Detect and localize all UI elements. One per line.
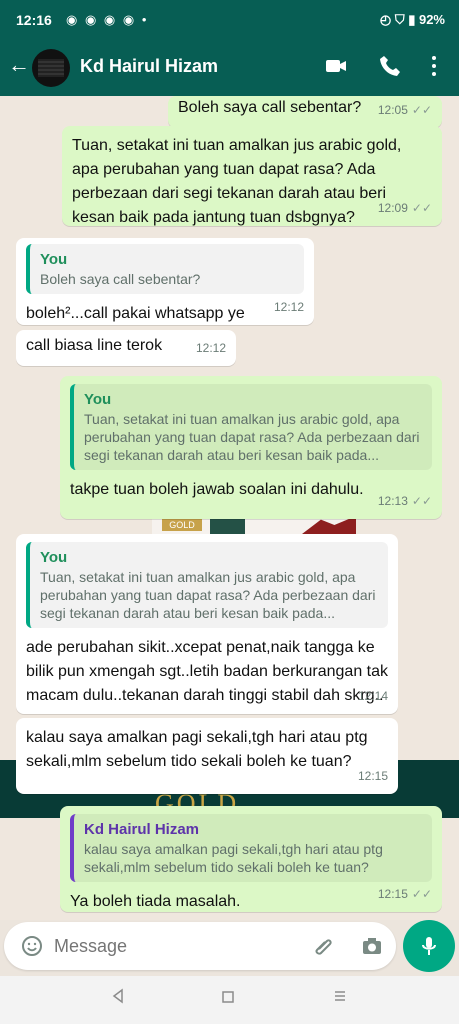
message-text: takpe tuan boleh jawab soalan ini dahulu…: [70, 481, 364, 498]
mic-icon: [422, 937, 436, 955]
message-time: 12:15: [357, 769, 388, 783]
message-time: 12:15: [377, 887, 408, 901]
message-bubble-outgoing[interactable]: Tuan, setakat ini tuan amalkan jus arabi…: [62, 126, 442, 226]
message-meta: 12:13 ✓✓: [378, 489, 432, 513]
contact-name[interactable]: Kd Hairul Hizam: [80, 56, 218, 77]
background-label: GOLD: [162, 519, 202, 531]
emoji-icon[interactable]: [20, 934, 44, 958]
message-bubble-outgoing[interactable]: Boleh saya call sebentar? 12:05 ✓✓: [168, 96, 442, 128]
message-bubble-incoming[interactable]: You Tuan, setakat ini tuan amalkan jus a…: [16, 534, 398, 714]
video-call-icon[interactable]: [324, 54, 348, 78]
message-time: 12:09: [377, 201, 408, 215]
read-ticks-icon: ✓✓: [411, 494, 432, 508]
reply-text: Boleh saya call sebentar?: [40, 271, 201, 287]
reply-preview[interactable]: You Tuan, setakat ini tuan amalkan jus a…: [26, 542, 388, 628]
read-ticks-icon: ✓✓: [411, 103, 432, 117]
message-meta: 12:15 ✓✓: [378, 882, 432, 906]
message-time: 12:12: [273, 300, 304, 314]
nav-back-icon[interactable]: [110, 988, 126, 1004]
reply-title: You: [40, 549, 68, 566]
message-time: 12:13: [377, 494, 408, 508]
message-text: call biasa line terok: [26, 337, 163, 354]
message-bubble-incoming[interactable]: You Boleh saya call sebentar? boleh²...c…: [16, 238, 314, 325]
message-bubble-incoming[interactable]: kalau saya amalkan pagi sekali,tgh hari …: [16, 718, 398, 794]
reply-title: You: [84, 391, 112, 408]
mic-button[interactable]: [403, 920, 455, 972]
message-bubble-incoming[interactable]: call biasa line terok 12:12: [16, 330, 236, 366]
reply-text: kalau saya amalkan pagi sekali,tgh hari …: [84, 841, 383, 875]
message-meta: 12:12: [274, 295, 304, 319]
back-arrow-icon[interactable]: ←: [8, 52, 30, 78]
message-bubble-outgoing[interactable]: Kd Hairul Hizam kalau saya amalkan pagi …: [60, 806, 442, 912]
message-meta: 12:12: [196, 336, 226, 360]
message-text: boleh²...call pakai whatsapp ye: [26, 305, 245, 322]
message-text: Ya boleh tiada masalah.: [70, 893, 241, 910]
more-vert-icon[interactable]: [424, 54, 444, 78]
reply-text: Tuan, setakat ini tuan amalkan jus arabi…: [40, 569, 376, 621]
background-photo-dark: [210, 518, 245, 534]
attach-icon[interactable]: [311, 934, 335, 958]
reply-preview[interactable]: Kd Hairul Hizam kalau saya amalkan pagi …: [70, 814, 432, 882]
phone-icon[interactable]: [378, 54, 402, 78]
message-text: Boleh saya call sebentar?: [178, 99, 362, 116]
reply-title: You: [40, 251, 68, 268]
nav-menu-icon[interactable]: [332, 988, 348, 1004]
reply-title: Kd Hairul Hizam: [84, 821, 200, 838]
message-meta: 12:14: [358, 684, 388, 708]
reply-preview[interactable]: You Boleh saya call sebentar?: [26, 244, 304, 294]
read-ticks-icon: ✓✓: [411, 887, 432, 901]
system-nav-bar: [0, 976, 459, 1024]
avatar[interactable]: [32, 49, 70, 87]
status-bar: 12:16 ◉ ◉ ◉ ◉ • ◴ ⛉ ▮ 92%: [0, 0, 459, 40]
status-right: ◴ ⛉ ▮ 92%: [379, 12, 445, 27]
nav-home-icon[interactable]: [220, 989, 236, 1005]
status-time: 12:16: [16, 12, 52, 28]
message-time: 12:05: [377, 103, 408, 117]
battery-level: 92%: [418, 12, 445, 27]
message-meta: 12:15: [358, 764, 388, 788]
chat-header: ← Kd Hairul Hizam: [0, 40, 459, 96]
message-meta: 12:05 ✓✓: [378, 98, 432, 122]
message-meta: 12:09 ✓✓: [378, 196, 432, 220]
message-time: 12:12: [195, 341, 226, 355]
message-input[interactable]: [52, 929, 306, 963]
message-time: 12:14: [357, 689, 388, 703]
message-text: kalau saya amalkan pagi sekali,tgh hari …: [26, 729, 368, 770]
reply-text: Tuan, setakat ini tuan amalkan jus arabi…: [84, 411, 420, 463]
message-bubble-outgoing[interactable]: You Tuan, setakat ini tuan amalkan jus a…: [60, 376, 442, 519]
message-text: ade perubahan sikit..xcepat penat,naik t…: [26, 639, 389, 704]
notification-icons: ◉ ◉ ◉ ◉ •: [66, 12, 149, 27]
message-text: Tuan, setakat ini tuan amalkan jus arabi…: [72, 137, 402, 226]
camera-icon[interactable]: [360, 934, 384, 958]
reply-preview[interactable]: You Tuan, setakat ini tuan amalkan jus a…: [70, 384, 432, 470]
read-ticks-icon: ✓✓: [411, 201, 432, 215]
message-pill: [4, 922, 396, 970]
message-composer: [0, 920, 459, 974]
